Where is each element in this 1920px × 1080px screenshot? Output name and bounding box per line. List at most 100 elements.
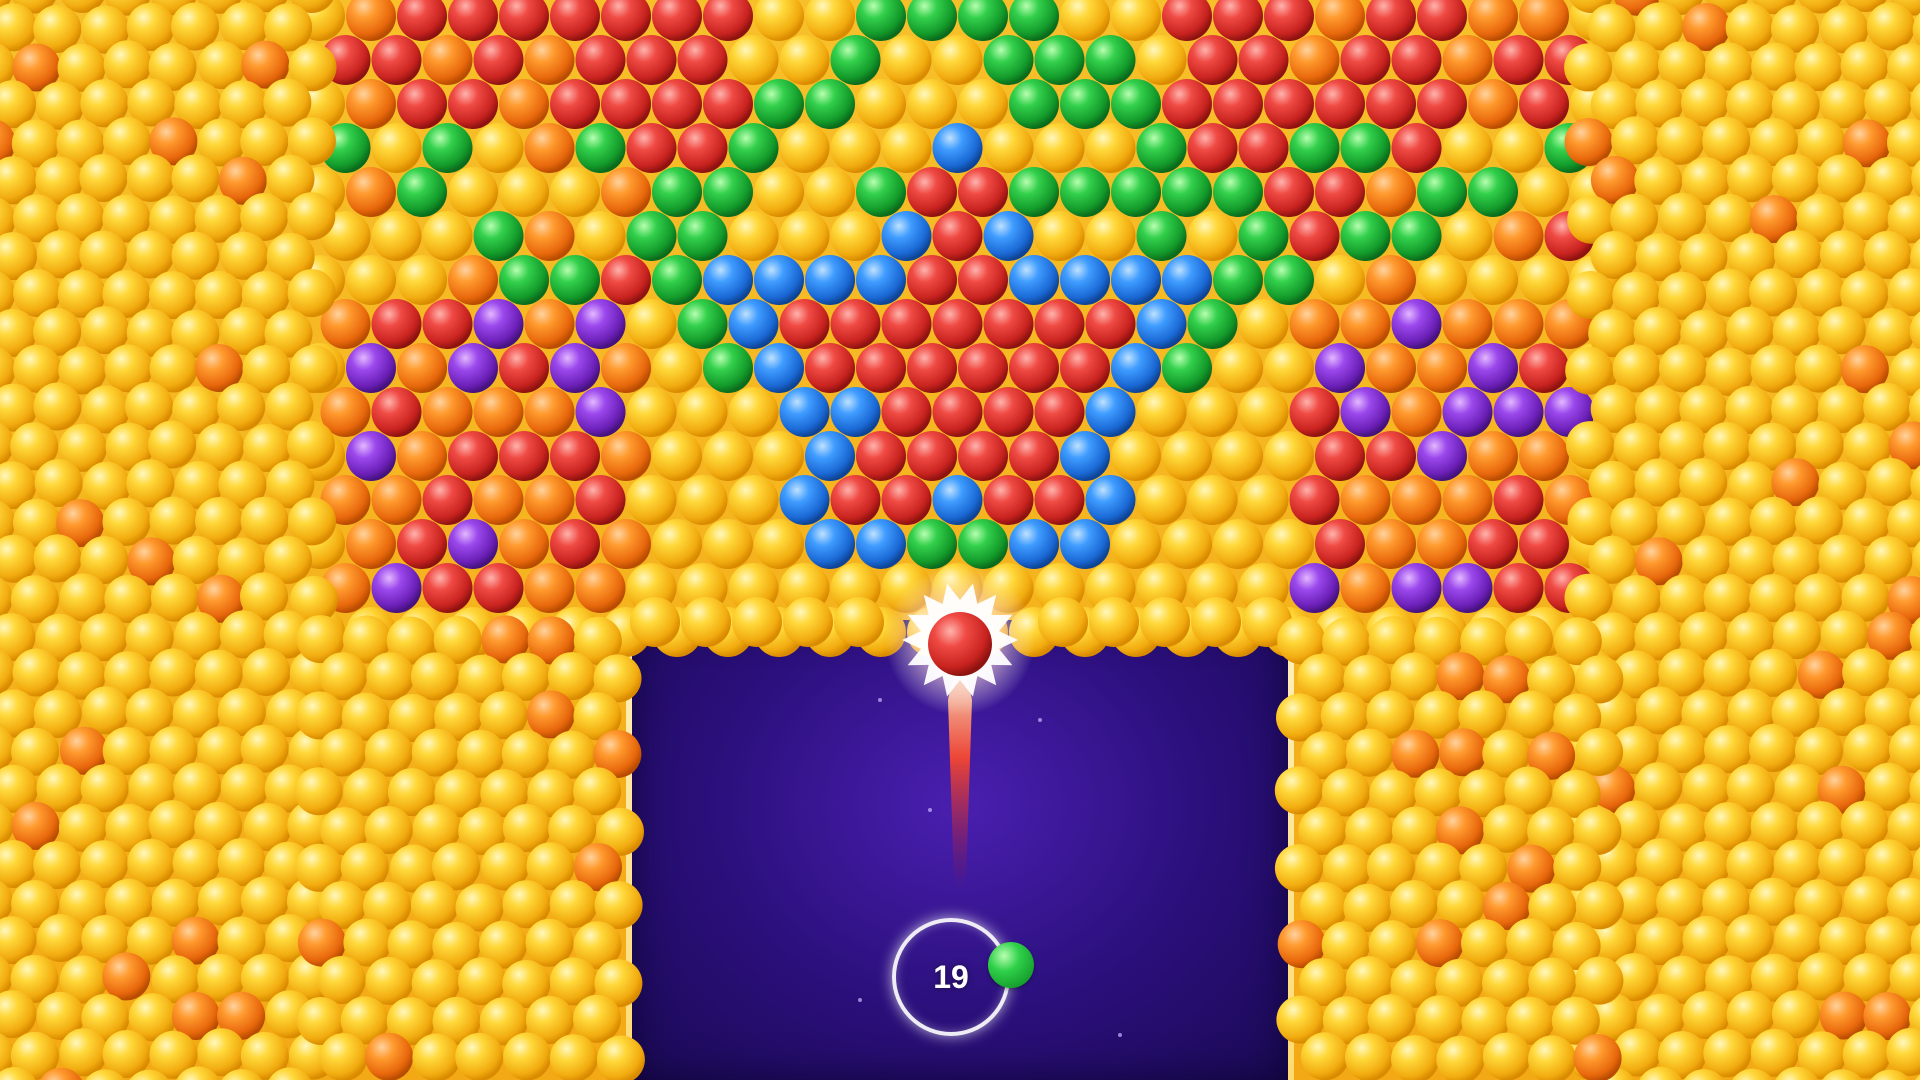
sparkle [1118,1033,1122,1037]
bubble-green [422,123,473,173]
bubble-yellow [1590,231,1639,279]
bubble-orange [1442,299,1493,349]
bubble-blue [779,387,830,437]
bubble-red [1417,79,1467,129]
bubble-purple [346,343,396,393]
bubble-yellow [1191,597,1241,647]
next-bubble-green-icon[interactable] [988,942,1034,988]
bubble-red [932,211,983,261]
bubble-red [830,299,881,349]
bubble-green [703,343,753,393]
bubble-orange [1340,299,1391,349]
bubble-purple [346,431,396,481]
bubble-yellow [1213,519,1263,569]
bubble-red [958,255,1008,305]
bubble-green [703,167,753,217]
bubble-yellow [1274,766,1323,815]
bubble-green [677,299,728,349]
bubble-orange [1519,431,1569,481]
bubble-red [448,431,498,481]
bubble-blue [1009,519,1059,569]
bubble-yellow [907,79,957,129]
bubble-yellow [1085,123,1136,173]
bubble-yellow [1519,255,1569,305]
bubble-orange [1340,563,1391,613]
bubble-green [1289,123,1340,173]
bubble-orange [1366,343,1416,393]
bubble-green [550,255,600,305]
bubble-yellow [1136,475,1187,525]
bubble-yellow [703,431,753,481]
bubble-yellow [1794,344,1843,393]
bubble-red [397,519,447,569]
game-screen[interactable]: 19 [0,0,1920,1080]
bubble-yellow [1213,431,1263,481]
bubble-orange [1417,343,1467,393]
bubble-yellow [371,123,422,173]
bubble-red [1213,0,1263,41]
bubble-yellow [1300,1032,1349,1080]
bubble-blue [932,123,983,173]
bubble-red [983,299,1034,349]
bubble-orange [1366,167,1416,217]
bubble-red [1493,563,1544,613]
bubble-yellow [1238,299,1289,349]
bubble-blue [805,431,855,481]
bubble-yellow [754,167,804,217]
bubble-orange [1468,79,1518,129]
bubble-red [1417,0,1467,41]
bubble-yellow [575,211,626,261]
bubble-orange [524,123,575,173]
bubble-blue [1085,387,1136,437]
bubble-red [652,79,702,129]
bubble-red [983,387,1034,437]
bubble-yellow [1136,35,1187,85]
bubble-yellow [1575,728,1624,776]
bubble-yellow [732,597,782,647]
bubble-green [1085,35,1136,85]
bubble-yellow [881,123,932,173]
bubble-red [958,431,1008,481]
bubble-orange [346,167,396,217]
bubble-green [1111,167,1161,217]
bubble-red [881,475,932,525]
bubble-orange [1417,519,1467,569]
bubble-yellow [1038,597,1088,647]
bubble-red [1034,475,1085,525]
bubble-red [1162,0,1212,41]
bubble-yellow [805,167,855,217]
shooter-red-bubble-icon[interactable] [928,612,992,676]
bubble-red [983,475,1034,525]
bubble-green [1213,167,1263,217]
bubble-red [473,35,524,85]
bubble-yellow [626,387,677,437]
bubble-green [1162,167,1212,217]
bubble-green [1009,79,1059,129]
bubble-yellow [1345,1033,1393,1080]
bubble-green [958,0,1008,41]
bubble-orange [524,299,575,349]
bubble-yellow [1140,597,1190,647]
bubble-yellow [630,597,680,647]
bubble-red [473,563,524,613]
bubble-red [1366,0,1416,41]
bubble-red [1366,431,1416,481]
bubble-orange [601,167,651,217]
bubble-green [754,79,804,129]
bubble-yellow [1187,475,1238,525]
bubble-red [1391,35,1442,85]
bubble-blue [1060,431,1110,481]
bubble-red [1289,211,1340,261]
bubble-red [601,79,651,129]
bubble-red [1034,299,1085,349]
bubble-red [907,167,957,217]
bubble-orange [365,1032,414,1080]
bubble-red [422,563,473,613]
bubble-blue [856,255,906,305]
sparkle [878,698,882,702]
bubble-green [1187,299,1238,349]
bubble-yellow [596,1035,645,1080]
bubble-blue [1009,255,1059,305]
bubble-green [1162,343,1212,393]
bubble-red [907,343,957,393]
